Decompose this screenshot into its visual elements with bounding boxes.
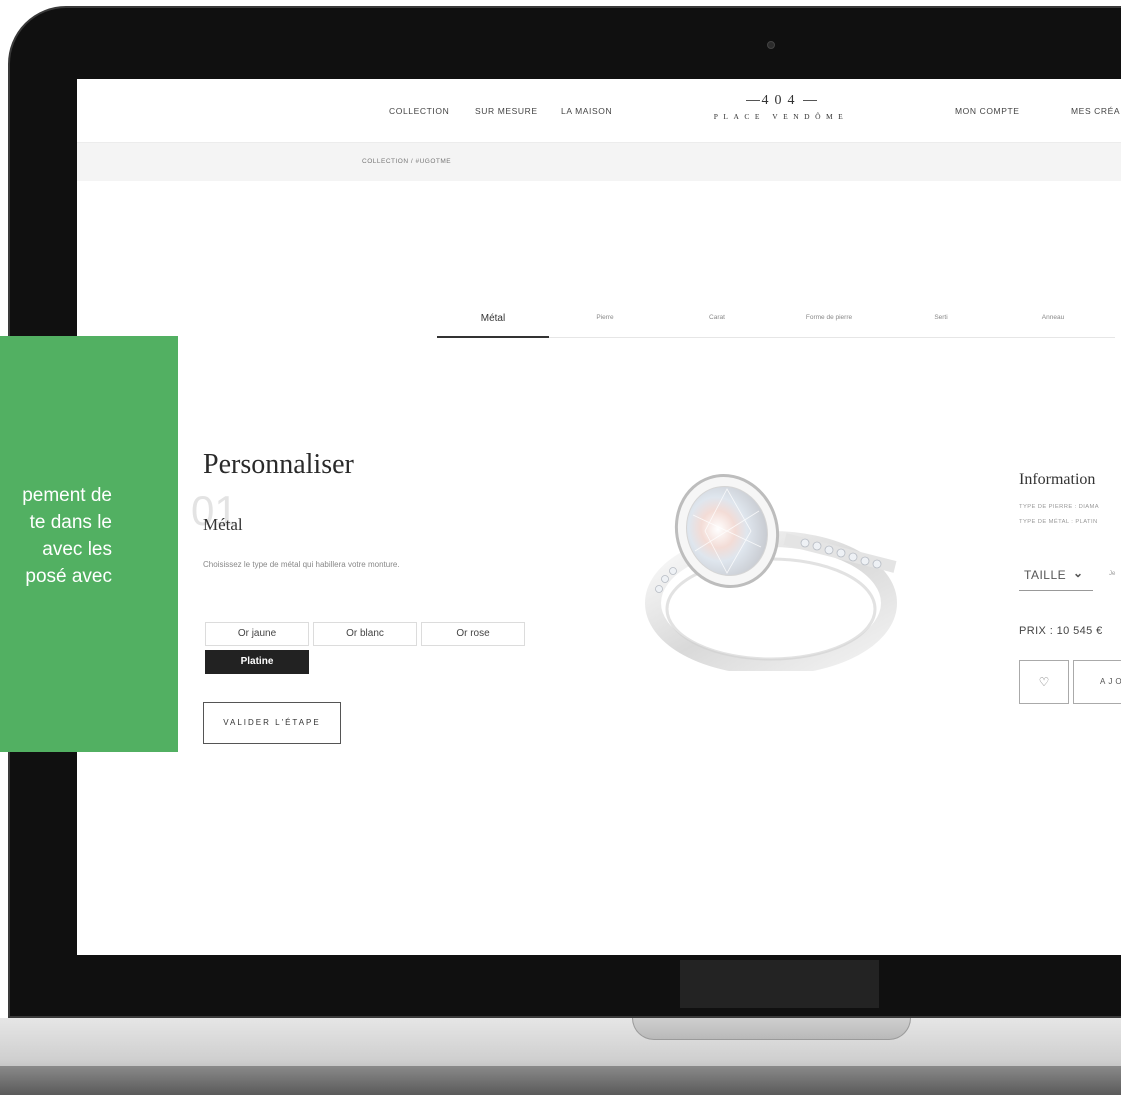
logo-number: 404 xyxy=(681,93,881,109)
chevron-down-icon: ⌄ xyxy=(1073,566,1084,580)
info-stone-type: TYPE DE PIERRE : DIAMA xyxy=(1019,504,1099,510)
webcam-icon xyxy=(767,41,775,49)
active-tab-underline xyxy=(437,336,549,338)
tab-serti[interactable]: Serti xyxy=(885,314,997,321)
nav-collection[interactable]: COLLECTION xyxy=(389,106,449,116)
nav-mon-compte[interactable]: MON COMPTE xyxy=(955,106,1020,116)
overlay-line-1: pement de xyxy=(22,485,112,506)
size-label: TAILLE xyxy=(1024,568,1067,582)
screen-bottom-bar xyxy=(680,960,879,1008)
overlay-line-3: avec les xyxy=(42,539,112,560)
overlay-line-2: te dans le xyxy=(29,512,112,533)
size-hint[interactable]: Je xyxy=(1109,571,1115,577)
option-platine[interactable]: Platine xyxy=(205,650,309,674)
tab-forme-de-pierre[interactable]: Forme de pierre xyxy=(773,314,885,321)
option-or-blanc[interactable]: Or blanc xyxy=(313,622,417,646)
top-nav: COLLECTION SUR MESURE LA MAISON 404 PLAC… xyxy=(77,79,1121,143)
add-to-cart-button[interactable]: AJOUT xyxy=(1073,660,1121,704)
step-title: Métal xyxy=(203,515,243,534)
breadcrumb-bar: COLLECTION / #UGOTME xyxy=(77,143,1121,181)
heart-icon: ♡ xyxy=(1038,675,1050,689)
option-or-rose[interactable]: Or rose xyxy=(421,622,525,646)
green-overlay-panel: pement de te dans le avec les posé avec xyxy=(0,336,178,752)
tab-anneau[interactable]: Anneau xyxy=(997,314,1109,321)
logo[interactable]: 404 PLACE VENDÔME xyxy=(681,93,881,121)
page-title: Personnaliser xyxy=(203,449,354,480)
laptop-screen: COLLECTION SUR MESURE LA MAISON 404 PLAC… xyxy=(77,79,1121,955)
nav-sur-mesure[interactable]: SUR MESURE xyxy=(475,106,538,116)
nav-mes-creations[interactable]: MES CRÉA xyxy=(1071,106,1120,116)
customization-tabs: Métal Pierre Carat Forme de pierre Serti… xyxy=(437,304,1115,338)
laptop-base-edge xyxy=(0,1066,1121,1095)
option-or-jaune[interactable]: Or jaune xyxy=(205,622,309,646)
step-description: Choisissez le type de métal qui habiller… xyxy=(203,560,400,569)
logo-text: PLACE VENDÔME xyxy=(713,112,849,121)
tab-pierre[interactable]: Pierre xyxy=(549,314,661,321)
validate-step-button[interactable]: VALIDER L'ÉTAPE xyxy=(203,702,341,744)
price: PRIX : 10 545 € xyxy=(1019,625,1103,637)
stage: COLLECTION SUR MESURE LA MAISON 404 PLAC… xyxy=(0,0,1121,1095)
overlay-line-4: posé avec xyxy=(25,566,112,587)
tab-carat[interactable]: Carat xyxy=(661,314,773,321)
nav-la-maison[interactable]: LA MAISON xyxy=(561,106,612,116)
laptop-notch xyxy=(632,1018,911,1040)
tab-metal[interactable]: Métal xyxy=(437,313,549,324)
size-select[interactable]: TAILLE ⌄ xyxy=(1019,559,1093,591)
breadcrumb[interactable]: COLLECTION / #UGOTME xyxy=(362,158,451,165)
info-metal-type: TYPE DE MÉTAL : PLATIN xyxy=(1019,519,1098,525)
favorite-button[interactable]: ♡ xyxy=(1019,660,1069,704)
info-title: Information xyxy=(1019,471,1096,488)
ring-image xyxy=(645,471,905,675)
overlay-text: pement de te dans le avec les posé avec xyxy=(0,482,112,590)
